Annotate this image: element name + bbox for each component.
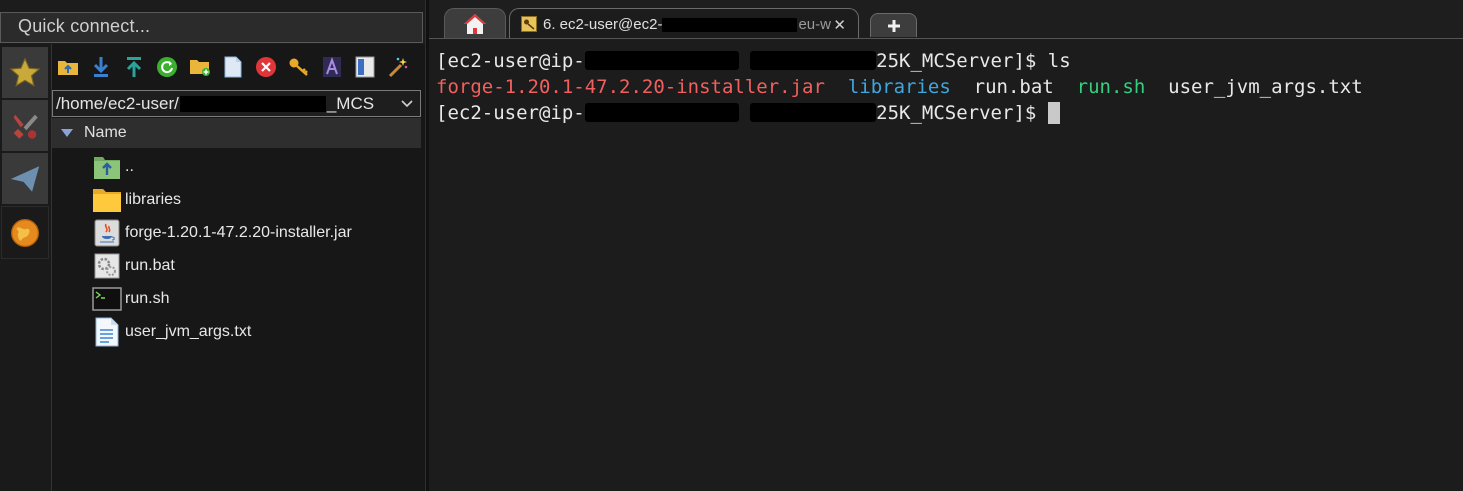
file-row-sh[interactable]: run.sh	[52, 282, 421, 315]
redaction-block	[584, 103, 739, 122]
prompt-suffix: 25K_MCServer]$	[876, 102, 1048, 124]
side-tab-sftp[interactable]	[1, 152, 49, 205]
folder-icon	[90, 185, 123, 215]
upload-button[interactable]	[121, 54, 147, 80]
session-tab-bar: 6. ec2-user@ec2- eu-w ✕	[429, 0, 1463, 39]
file-row-txt[interactable]: user_jvm_args.txt	[52, 315, 421, 348]
text-file-icon	[90, 317, 123, 347]
side-tab-web[interactable]	[1, 206, 49, 259]
batch-file-icon	[90, 251, 123, 281]
home-icon	[464, 13, 486, 34]
tab-label-prefix: 6. ec2-user@ec2-	[543, 15, 663, 33]
path-prefix: /home/ec2-user/	[56, 93, 179, 113]
file-row-parent[interactable]: ..	[52, 150, 421, 183]
quick-connect-input[interactable]: Quick connect...	[0, 12, 423, 43]
rename-icon	[323, 57, 341, 77]
session-tab-label: 6. ec2-user@ec2- eu-w	[543, 16, 831, 33]
session-tab[interactable]: 6. ec2-user@ec2- eu-w ✕	[509, 8, 859, 39]
side-tab-tools[interactable]	[1, 99, 49, 152]
new-file-button[interactable]	[220, 54, 246, 80]
sort-descending-icon	[61, 129, 73, 137]
new-file-icon	[224, 56, 242, 78]
java-file-icon	[90, 218, 123, 248]
star-icon	[9, 56, 41, 87]
ls-entry-txt: user_jvm_args.txt	[1168, 76, 1363, 98]
terminal-command: ls	[1047, 50, 1071, 72]
ls-entry-sh: run.sh	[1076, 76, 1146, 98]
terminal-line-1: [ec2-user@ip- 25K_MCServer]$ ls	[436, 48, 1071, 74]
new-folder-icon	[190, 60, 210, 76]
refresh-button[interactable]	[154, 54, 180, 80]
path-suffix: _MCS	[326, 93, 375, 113]
redaction-block	[750, 51, 877, 70]
file-name: user_jvm_args.txt	[125, 322, 252, 340]
download-button[interactable]	[88, 54, 114, 80]
plus-icon	[887, 19, 900, 32]
magic-wand-icon	[388, 57, 408, 78]
chevron-down-icon	[401, 100, 413, 108]
column-label: Name	[84, 124, 127, 141]
permissions-button[interactable]	[286, 54, 312, 80]
left-pane: /home/ec2-user/ _MCS Name .. libraries fo…	[0, 44, 425, 491]
terminal-cursor	[1047, 102, 1060, 124]
file-row-jar[interactable]: forge-1.20.1-47.2.20-installer.jar	[52, 216, 421, 249]
ls-entry-bat: run.bat	[973, 76, 1054, 98]
folder-up-icon	[58, 61, 78, 75]
properties-button[interactable]	[352, 54, 378, 80]
tab-label-suffix: eu-w	[798, 15, 831, 33]
paper-plane-icon	[10, 165, 40, 192]
side-tab-strip	[0, 44, 51, 491]
redaction-block	[584, 51, 739, 70]
ls-entry-jar: forge-1.20.1-47.2.20-installer.jar	[436, 76, 825, 98]
file-toolbar	[52, 52, 426, 82]
name-column-header[interactable]: Name	[52, 118, 421, 148]
refresh-icon	[157, 57, 177, 77]
file-name: run.sh	[125, 289, 170, 307]
close-icon[interactable]: ✕	[833, 16, 846, 34]
shell-script-icon	[90, 284, 123, 314]
file-name: libraries	[125, 190, 182, 208]
path-dropdown-button[interactable]	[397, 94, 417, 114]
globe-icon	[11, 218, 39, 247]
home-tab[interactable]	[444, 8, 506, 38]
tools-icon	[13, 114, 38, 139]
side-tab-bookmarks[interactable]	[1, 46, 49, 99]
prompt-suffix: 25K_MCServer]$	[876, 50, 1048, 72]
parent-dir-button[interactable]	[55, 54, 81, 80]
prompt-prefix: [ec2-user@ip-	[436, 50, 585, 72]
download-icon	[93, 57, 109, 77]
file-browser: /home/ec2-user/ _MCS Name .. libraries fo…	[51, 44, 425, 491]
terminal-line-2: forge-1.20.1-47.2.20-installer.jar libra…	[436, 74, 1363, 100]
key-icon	[289, 58, 308, 76]
tools-button[interactable]	[385, 54, 411, 80]
terminal[interactable]: [ec2-user@ip- 25K_MCServer]$ ls forge-1.…	[429, 39, 1463, 491]
rename-button[interactable]	[319, 54, 345, 80]
redaction-block	[750, 103, 877, 122]
new-folder-button[interactable]	[187, 54, 213, 80]
new-tab-button[interactable]	[870, 13, 917, 37]
path-redaction	[179, 96, 326, 113]
prompt-prefix: [ec2-user@ip-	[436, 102, 585, 124]
file-name: ..	[125, 157, 134, 175]
properties-icon	[355, 56, 375, 78]
parent-folder-icon	[90, 152, 123, 182]
file-row-libraries[interactable]: libraries	[52, 183, 421, 216]
path-bar[interactable]: /home/ec2-user/ _MCS	[52, 90, 421, 117]
file-name: run.bat	[125, 256, 175, 274]
terminal-line-3: [ec2-user@ip- 25K_MCServer]$	[436, 100, 1060, 126]
file-row-bat[interactable]: run.bat	[52, 249, 421, 282]
delete-icon	[256, 57, 276, 77]
delete-button[interactable]	[253, 54, 279, 80]
key-icon	[521, 16, 537, 32]
ls-entry-dir: libraries	[847, 76, 951, 98]
upload-icon	[126, 57, 142, 77]
file-name: forge-1.20.1-47.2.20-installer.jar	[125, 223, 352, 241]
path-text: /home/ec2-user/ _MCS	[53, 94, 374, 114]
tab-label-redaction	[662, 17, 798, 32]
